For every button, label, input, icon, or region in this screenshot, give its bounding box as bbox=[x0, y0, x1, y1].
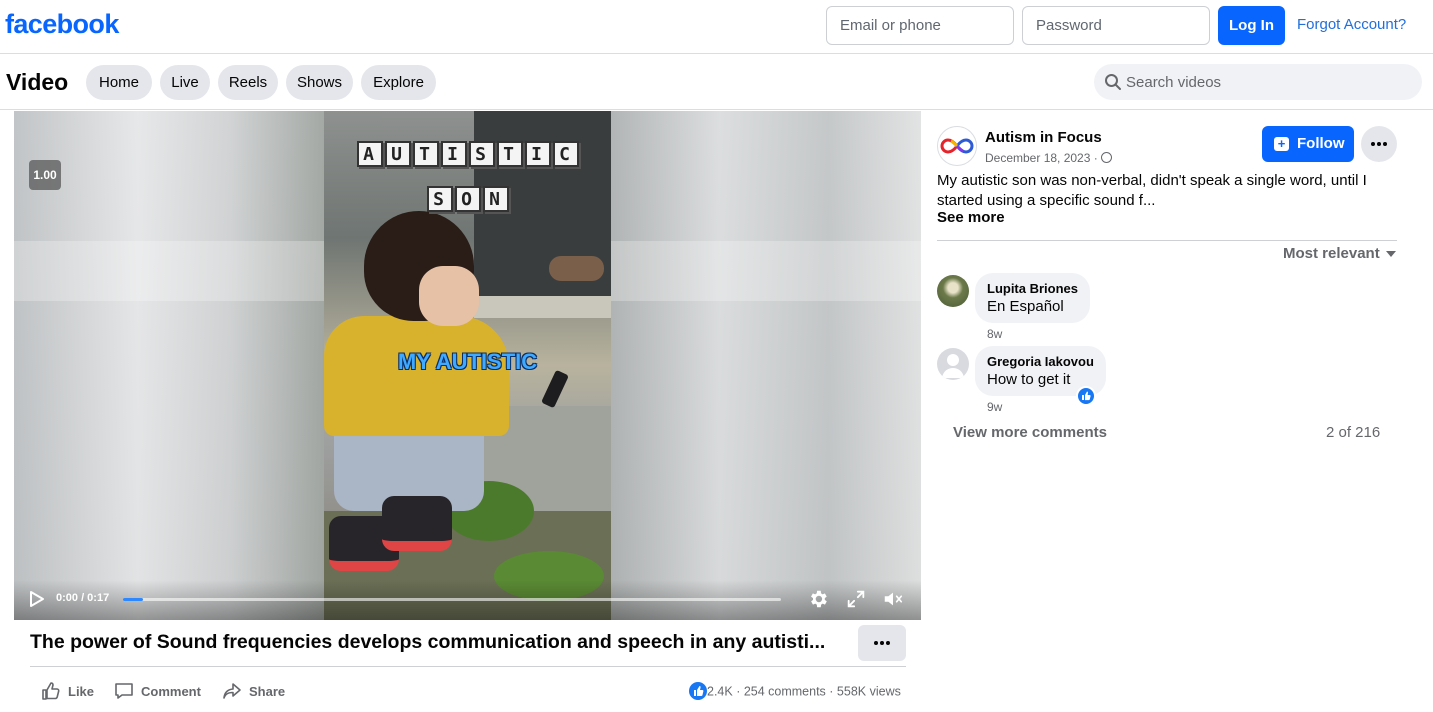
scene-dog bbox=[549, 256, 604, 281]
scene-child-body bbox=[324, 316, 509, 436]
comments-count: 2 of 216 bbox=[1326, 424, 1381, 441]
post-description: My autistic son was non-verbal, didn't s… bbox=[937, 172, 1367, 209]
infinity-logo-icon bbox=[940, 138, 974, 154]
letter-block: S bbox=[426, 186, 453, 212]
caret-down-icon bbox=[1385, 251, 1396, 258]
comment-button[interactable]: Comment bbox=[114, 681, 204, 701]
divider bbox=[937, 240, 1397, 241]
search-icon bbox=[1105, 74, 1121, 90]
progress-fill bbox=[123, 598, 143, 601]
globe-icon bbox=[1100, 152, 1112, 164]
share-button[interactable]: Share bbox=[222, 681, 292, 701]
blurred-backdrop-right bbox=[611, 111, 921, 620]
page-title: Video bbox=[6, 69, 69, 95]
post-date-text[interactable]: December 18, 2023 · bbox=[985, 151, 1098, 165]
comment-count[interactable]: 254 comments bbox=[744, 684, 826, 698]
play-icon[interactable] bbox=[26, 589, 46, 609]
comment-text: How to get it bbox=[987, 371, 1071, 388]
playback-speed-badge[interactable]: 1.00 bbox=[29, 160, 61, 190]
ellipsis-icon bbox=[1371, 142, 1387, 146]
follow-label: Follow bbox=[1297, 135, 1345, 152]
tab-home[interactable]: Home bbox=[86, 65, 152, 100]
mute-icon[interactable] bbox=[882, 588, 904, 610]
page-avatar[interactable] bbox=[937, 126, 977, 166]
reaction-count[interactable]: 2.4K bbox=[707, 684, 733, 698]
video-player[interactable]: AUTISTIC SON MY AUTISTIC 1.00 0:00 / 0:1… bbox=[14, 111, 921, 620]
commenter-name[interactable]: Gregoria Iakovou bbox=[987, 354, 1094, 369]
commenter-avatar[interactable] bbox=[937, 275, 969, 307]
like-reaction-icon bbox=[689, 682, 707, 700]
video-stats: 2.4K · 254 comments · 558K views bbox=[689, 682, 906, 701]
video-title: The power of Sound frequencies develops … bbox=[30, 631, 826, 653]
tab-explore[interactable]: Explore bbox=[361, 65, 436, 100]
facebook-logo[interactable]: facebook bbox=[5, 9, 119, 40]
follow-button[interactable]: + Follow bbox=[1262, 126, 1354, 162]
comment-icon bbox=[115, 683, 133, 699]
video-caption: MY AUTISTIC bbox=[397, 349, 538, 374]
letter-block: T bbox=[412, 141, 439, 167]
ellipsis-icon bbox=[874, 641, 890, 645]
scene-shoe-right bbox=[382, 496, 452, 551]
comment-like-reaction-icon[interactable] bbox=[1076, 386, 1096, 406]
letter-block: N bbox=[482, 186, 509, 212]
time-display: 0:00 / 0:17 bbox=[56, 592, 110, 604]
comment-label: Comment bbox=[141, 684, 201, 699]
login-button[interactable]: Log In bbox=[1218, 6, 1285, 45]
email-field[interactable] bbox=[826, 6, 1014, 45]
scene-phone bbox=[541, 369, 569, 409]
post-more-button[interactable] bbox=[1361, 126, 1397, 162]
video-nav-bar: Video Home Live Reels Shows Explore bbox=[0, 55, 1433, 110]
post-date: December 18, 2023 · bbox=[985, 151, 1112, 165]
overlay-title-blocks-1: AUTISTIC bbox=[356, 141, 579, 167]
divider bbox=[30, 666, 906, 667]
commenter-name[interactable]: Lupita Briones bbox=[987, 281, 1078, 296]
follow-plus-icon: + bbox=[1274, 137, 1289, 151]
video-search[interactable] bbox=[1094, 64, 1422, 100]
overlay-title-line1: AUTISTIC bbox=[324, 141, 611, 167]
sort-label: Most relevant bbox=[1283, 245, 1380, 262]
letter-block: I bbox=[524, 141, 551, 167]
letter-block: I bbox=[440, 141, 467, 167]
letter-block: A bbox=[356, 141, 383, 167]
view-count: 558K views bbox=[836, 684, 901, 699]
comment-sort-dropdown[interactable]: Most relevant bbox=[1283, 245, 1396, 262]
like-button[interactable]: Like bbox=[41, 681, 101, 701]
settings-gear-icon[interactable] bbox=[807, 588, 829, 610]
letter-block: C bbox=[552, 141, 579, 167]
thumbs-up-icon bbox=[42, 682, 60, 700]
letter-block: S bbox=[468, 141, 495, 167]
overlay-title-line2: SON bbox=[324, 186, 611, 212]
video-more-button[interactable] bbox=[858, 625, 906, 661]
forgot-account-link[interactable]: Forgot Account? bbox=[1297, 16, 1406, 33]
view-more-comments-link[interactable]: View more comments bbox=[953, 424, 1107, 441]
comment-time[interactable]: 9w bbox=[987, 400, 1002, 414]
search-input[interactable] bbox=[1126, 64, 1406, 100]
letter-block: O bbox=[454, 186, 481, 212]
password-field[interactable] bbox=[1022, 6, 1210, 45]
comment-time[interactable]: 8w bbox=[987, 327, 1002, 341]
overlay-title-blocks-2: SON bbox=[426, 186, 509, 212]
tab-live[interactable]: Live bbox=[160, 65, 210, 100]
top-bar: facebook Log In Forgot Account? bbox=[0, 0, 1433, 54]
video-frame: AUTISTIC SON MY AUTISTIC bbox=[324, 111, 611, 620]
page-name[interactable]: Autism in Focus bbox=[985, 129, 1102, 146]
share-icon bbox=[223, 683, 241, 699]
player-controls: 0:00 / 0:17 bbox=[14, 580, 921, 620]
comment-text: En Español bbox=[987, 298, 1064, 315]
post-panel: Autism in Focus December 18, 2023 · + Fo… bbox=[921, 111, 1433, 712]
tab-reels[interactable]: Reels bbox=[218, 65, 278, 100]
see-more-link[interactable]: See more bbox=[937, 209, 1005, 226]
fullscreen-icon[interactable] bbox=[845, 588, 867, 610]
scene-ledge bbox=[474, 296, 611, 318]
comment-bubble: Lupita Briones En Español bbox=[975, 273, 1091, 323]
progress-bar[interactable] bbox=[123, 598, 781, 601]
like-label: Like bbox=[68, 684, 95, 699]
letter-block: U bbox=[384, 141, 411, 167]
tab-shows[interactable]: Shows bbox=[286, 65, 353, 100]
share-label: Share bbox=[249, 684, 286, 699]
letter-block: T bbox=[496, 141, 523, 167]
scene-child-face bbox=[419, 266, 479, 326]
commenter-avatar[interactable] bbox=[937, 348, 969, 380]
default-user-icon bbox=[942, 354, 964, 378]
